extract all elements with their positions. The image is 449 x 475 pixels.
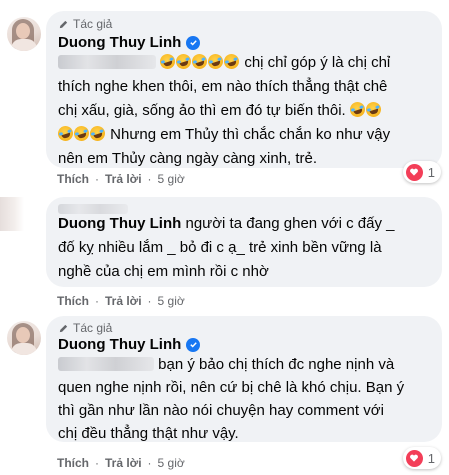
- reaction-count: 1: [427, 164, 435, 180]
- reply-button[interactable]: Trả lời: [105, 294, 142, 308]
- comment-line: bạn ý bảo chị thích đc nghe nịnh và: [158, 356, 395, 373]
- comment-actions: Thích · Trả lời · 5 giờ: [57, 294, 185, 308]
- verified-check-icon: [186, 35, 201, 50]
- like-button[interactable]: Thích: [57, 172, 89, 186]
- pen-icon: [59, 20, 68, 28]
- comment-text: bạn ý bảo chị thích đc nghe nịnh và quen…: [58, 353, 430, 445]
- author-badge: Tác giả: [58, 17, 430, 31]
- author-name[interactable]: Duong Thuy Linh: [58, 336, 181, 353]
- comment-line: Nhưng em Thủy thì chắc chắn ko như vậy: [110, 126, 391, 143]
- author-badge-label: Tác giả: [73, 17, 113, 31]
- rolling-laughing-emoji-icon: [222, 52, 242, 71]
- timestamp[interactable]: 5 giờ: [158, 294, 185, 308]
- comment-line: chị đều thẳng thật như vậy.: [58, 425, 239, 442]
- mention-blurred: [58, 55, 156, 69]
- comment-bubble: Duong Thuy Linh người ta đang ghen với c…: [46, 197, 442, 287]
- heart-icon: [405, 449, 423, 467]
- comment-text: Duong Thuy Linh người ta đang ghen với c…: [58, 212, 430, 284]
- avatar[interactable]: [7, 321, 41, 355]
- timestamp[interactable]: 5 giờ: [158, 456, 185, 470]
- author-name[interactable]: Duong Thuy Linh: [58, 34, 181, 51]
- mention-blurred: [58, 204, 128, 214]
- reaction-badge[interactable]: 1: [402, 447, 441, 469]
- comment-line: đố kỵ nhiều lắm _ bỏ đi c ạ_ trẻ xinh bề…: [58, 239, 382, 256]
- author-badge: Tác giả: [58, 321, 430, 335]
- like-button[interactable]: Thích: [57, 294, 89, 308]
- rolling-laughing-emoji-icon: [363, 100, 383, 119]
- reply-button[interactable]: Trả lời: [105, 172, 142, 186]
- comment-line: thì gần như lần nào nói chuyện hay comme…: [58, 402, 384, 419]
- avatar[interactable]: [0, 197, 24, 231]
- reply-button[interactable]: Trả lời: [105, 456, 142, 470]
- like-button[interactable]: Thích: [57, 456, 89, 470]
- reaction-count: 1: [427, 450, 435, 466]
- author-badge-label: Tác giả: [73, 321, 113, 335]
- comment-line: chị chỉ góp ý là chị chỉ: [244, 54, 391, 71]
- comment-bubble: Tác giả Duong Thuy Linh bạn ý bảo chị th…: [46, 316, 442, 442]
- comment-actions: Thích · Trả lời · 5 giờ: [57, 172, 185, 186]
- rolling-laughing-emoji-icon: [347, 100, 367, 119]
- rolling-laughing-emoji-icon: [88, 124, 107, 143]
- comment-line: thích nghe khen thôi, em nào thích thẳng…: [58, 78, 388, 95]
- comment-line: người ta đang ghen với c đấy _: [185, 215, 395, 232]
- mention-blurred: [58, 357, 154, 371]
- comment-line: quen nghe nịnh rồi, nên cứ bị chê là khó…: [58, 379, 405, 396]
- rolling-laughing-emoji-icon: [174, 52, 194, 71]
- timestamp[interactable]: 5 giờ: [158, 172, 185, 186]
- rolling-laughing-emoji-icon: [158, 52, 178, 71]
- comment-text: chị chỉ góp ý là chị chỉ thích nghe khen…: [56, 51, 430, 171]
- comment-line: nghề của chị em mình rồi c nhờ: [58, 263, 269, 280]
- rolling-laughing-emoji-icon: [56, 124, 75, 143]
- comment-bubble: Tác giả Duong Thuy Linh chị chỉ góp ý là…: [46, 11, 442, 168]
- reaction-badge[interactable]: 1: [402, 161, 441, 183]
- pen-icon: [59, 324, 68, 332]
- rolling-laughing-emoji-icon: [72, 124, 91, 143]
- comment-line: chị xấu, già, sống ảo thì em đó tự biến …: [58, 102, 346, 119]
- mention-name[interactable]: Duong Thuy Linh: [58, 215, 181, 232]
- rolling-laughing-emoji-icon: [190, 52, 210, 71]
- verified-check-icon: [186, 337, 201, 352]
- blurred-header: [58, 199, 430, 214]
- comment-line: nên em Thủy càng ngày càng xinh, trẻ.: [58, 150, 318, 167]
- rolling-laughing-emoji-icon: [206, 52, 226, 71]
- comment-actions: Thích · Trả lời · 5 giờ: [57, 456, 185, 470]
- avatar[interactable]: [7, 17, 41, 51]
- heart-icon: [405, 163, 423, 181]
